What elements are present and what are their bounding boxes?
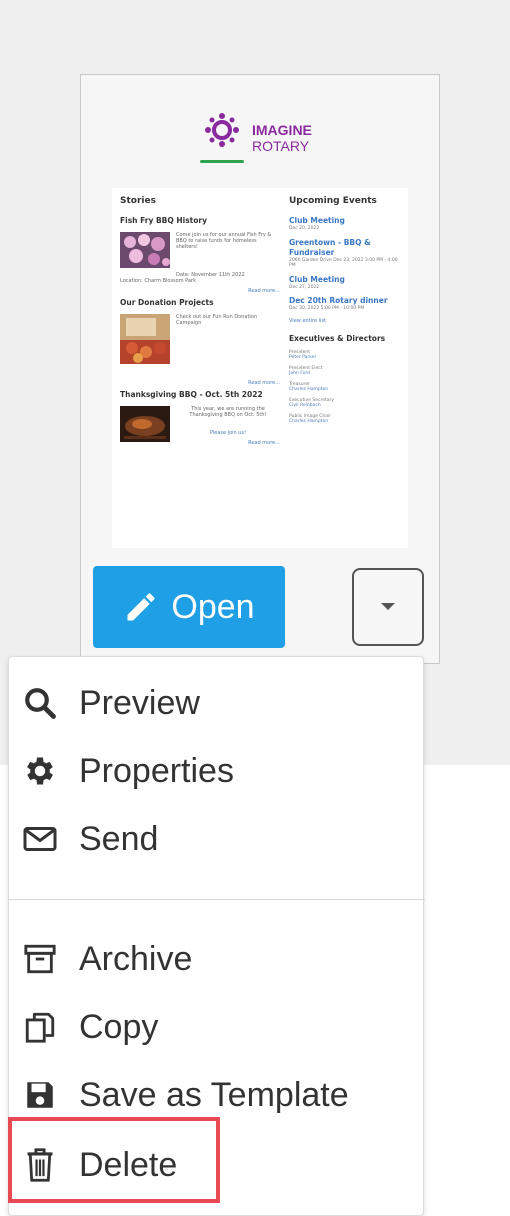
bbq-thumbnail <box>120 406 170 442</box>
logo-line2: ROTARY <box>252 138 310 154</box>
story-item: Come join us for our annual Fish Fry & B… <box>120 232 280 298</box>
newsletter-preview: Stories Fish Fry BBQ History Come join u… <box>112 188 408 548</box>
menu-item-save-as-template[interactable]: Save as Template <box>19 1069 349 1121</box>
story-location: Location: Charm Blossom Park <box>120 278 196 284</box>
story-title: Fish Fry BBQ History <box>120 216 208 225</box>
directors-heading: Executives & Directors <box>289 333 386 343</box>
story-text: This year, we are running the Thanksgivi… <box>189 406 267 418</box>
envelope-icon <box>19 818 61 860</box>
search-icon <box>19 682 61 724</box>
open-button-label: Open <box>171 587 255 626</box>
donation-thumbnail <box>120 314 170 364</box>
gear-icon <box>19 750 61 792</box>
director-name[interactable]: John Ford <box>289 371 405 377</box>
events-heading: Upcoming Events <box>289 196 377 206</box>
menu-item-copy[interactable]: Copy <box>19 1001 158 1053</box>
menu-item-label: Copy <box>79 1007 159 1046</box>
view-list-link[interactable]: View entire list <box>289 318 405 324</box>
story-link[interactable]: Please join us! <box>176 430 280 436</box>
stories-column: Stories Fish Fry BBQ History Come join u… <box>120 196 280 466</box>
logo-line1: IMAGINE <box>252 122 312 138</box>
event-title[interactable]: Club Meeting <box>289 216 405 226</box>
menu-item-preview[interactable]: Preview <box>19 677 200 729</box>
menu-divider <box>9 899 425 900</box>
menu-item-properties[interactable]: Properties <box>19 745 234 797</box>
story-item: Check out our Fun Run Donation Campaign … <box>120 314 280 390</box>
caret-down-icon <box>381 603 395 610</box>
logo-underline <box>200 160 244 163</box>
rotary-gear-logo-icon <box>205 113 239 147</box>
story-title: Thanksgiving BBQ - Oct. 5th 2022 <box>120 390 263 399</box>
story-text: Check out our Fun Run Donation Campaign <box>176 314 258 326</box>
story-meta: Date: November 11th 2022 Location: Charm… <box>120 272 280 284</box>
read-more-link[interactable]: Read more... <box>248 440 280 446</box>
story-title: Our Donation Projects <box>120 298 214 307</box>
flowers-thumbnail <box>120 232 170 268</box>
pencil-icon <box>127 593 155 621</box>
copy-icon <box>19 1006 61 1048</box>
event-meta: 2060 Garden Drive Dec 23, 2022 3:00 PM -… <box>289 257 398 269</box>
director-name[interactable]: Peter Parker <box>289 355 405 361</box>
delete-highlight-box <box>8 1117 220 1203</box>
event-meta: Dec 20, 2022 <box>289 226 320 231</box>
more-options-dropdown-button[interactable] <box>352 568 424 646</box>
director-name[interactable]: Charles Hampton <box>289 387 405 393</box>
menu-item-label: Archive <box>79 939 193 978</box>
event-title[interactable]: Dec 20th Rotary dinner <box>289 296 405 306</box>
menu-item-archive[interactable]: Archive <box>19 933 192 985</box>
director-name[interactable]: Charles Hampton <box>289 419 405 425</box>
menu-item-label: Properties <box>79 751 234 790</box>
event-title[interactable]: Club Meeting <box>289 275 405 285</box>
menu-item-label: Save as Template <box>79 1075 349 1114</box>
menu-item-send[interactable]: Send <box>19 813 158 865</box>
archive-icon <box>19 938 61 980</box>
floppy-disk-icon <box>19 1074 61 1116</box>
events-column: Upcoming Events Club Meeting Dec 20, 202… <box>289 196 405 430</box>
story-item: This year, we are running the Thanksgivi… <box>120 406 280 466</box>
logo-text: IMAGINE ROTARY <box>252 122 312 154</box>
director-name[interactable]: Civil Reinbach <box>289 403 405 409</box>
read-more-link[interactable]: Read more... <box>248 288 280 294</box>
event-title[interactable]: Greentown - BBQ & Fundraiser <box>289 238 405 258</box>
event-meta: Dec 27, 2022 <box>289 284 320 290</box>
story-text: Come join us for our annual Fish Fry & B… <box>176 232 272 250</box>
event-meta: Dec 30, 2022 5:00 PM - 10:00 PM <box>289 306 365 311</box>
read-more-link[interactable]: Read more... <box>248 380 280 386</box>
stories-heading: Stories <box>120 196 156 206</box>
menu-item-label: Send <box>79 819 159 858</box>
open-button[interactable]: Open <box>93 566 285 648</box>
imagine-rotary-logo: IMAGINE ROTARY <box>200 112 340 168</box>
menu-item-label: Preview <box>79 683 200 722</box>
